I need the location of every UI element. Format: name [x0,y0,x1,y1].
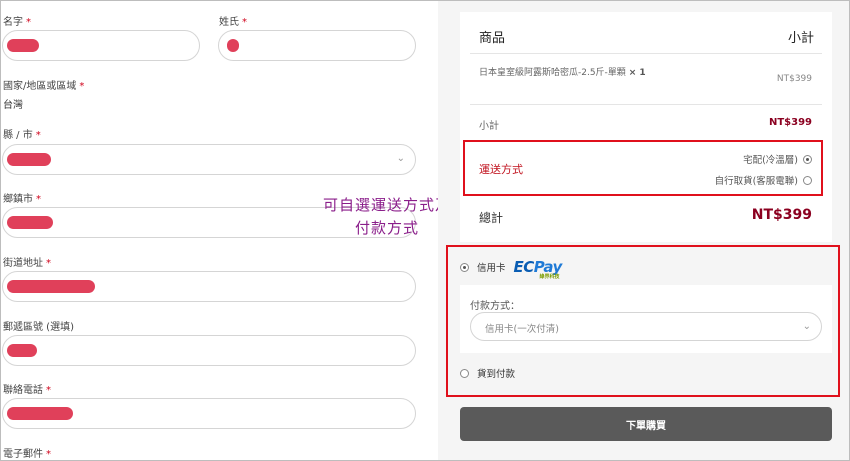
redacted-value [7,153,51,166]
radio-unselected-icon[interactable] [803,175,812,185]
first-name-label: 名字 * [3,17,31,28]
postcode-label: 郵遞區號 (選填) [3,322,74,333]
subtotal-label: 小計 [479,121,499,132]
payment-method-value: 信用卡(一次付清) [485,324,559,335]
township-label: 鄉鎮市 * [3,194,41,205]
cart-item-qty: × 1 [628,68,646,78]
first-name-input[interactable] [2,30,200,61]
cart-item-name: 日本皇室級阿露斯哈密瓜-2.5斤-單顆 × 1 [479,68,646,78]
phone-label: 聯絡電話 * [3,385,51,396]
redacted-value [7,407,73,420]
payment-option-cod[interactable]: 貨到付款 [460,366,515,380]
shipping-option-home-delivery[interactable]: 宅配(冷溫層) [743,152,812,166]
country-value: 台灣 [3,100,23,111]
email-label: 電子郵件 * [3,449,51,460]
shipping-option-self-pickup[interactable]: 自行取貨(客服電聯) [715,173,812,187]
column-header-product: 商品 [479,31,506,46]
last-name-input[interactable] [218,30,416,61]
redacted-value [7,344,37,357]
address-input[interactable] [2,271,416,302]
chevron-down-icon: ⌄ [396,153,405,164]
divider [470,104,822,105]
postcode-input[interactable] [2,335,416,366]
chevron-down-icon: ⌄ [802,321,811,332]
radio-unselected-icon[interactable] [460,368,469,378]
total-label: 總計 [479,211,504,225]
payment-method-label: 付款方式： [470,301,520,312]
payment-option-credit-card[interactable]: 信用卡 ECPay 綠界科技 [460,258,563,280]
payment-method-select[interactable]: 信用卡(一次付清) ⌄ [470,312,822,341]
subtotal-value: NT$399 [768,117,812,128]
last-name-label: 姓氏 * [219,17,247,28]
column-header-subtotal: 小計 [787,31,814,46]
country-label: 國家/地區或區域 * [3,81,85,92]
place-order-button[interactable]: 下單購買 [460,407,832,441]
radio-selected-icon[interactable] [803,154,812,164]
address-label: 街道地址 * [3,258,51,269]
county-label: 縣 / 市 * [3,130,41,141]
phone-input[interactable] [2,398,416,429]
redacted-value [227,39,239,52]
radio-selected-icon[interactable] [460,262,469,272]
county-select[interactable]: ⌄ [2,144,416,175]
cart-item-price: NT$399 [776,74,812,84]
shipping-method-label: 運送方式 [479,163,523,176]
divider [470,53,822,54]
redacted-value [7,39,39,52]
redacted-value [7,280,95,293]
redacted-value [7,216,53,229]
total-value: NT$399 [751,207,812,223]
ecpay-logo: ECPay 綠界科技 [513,258,563,280]
